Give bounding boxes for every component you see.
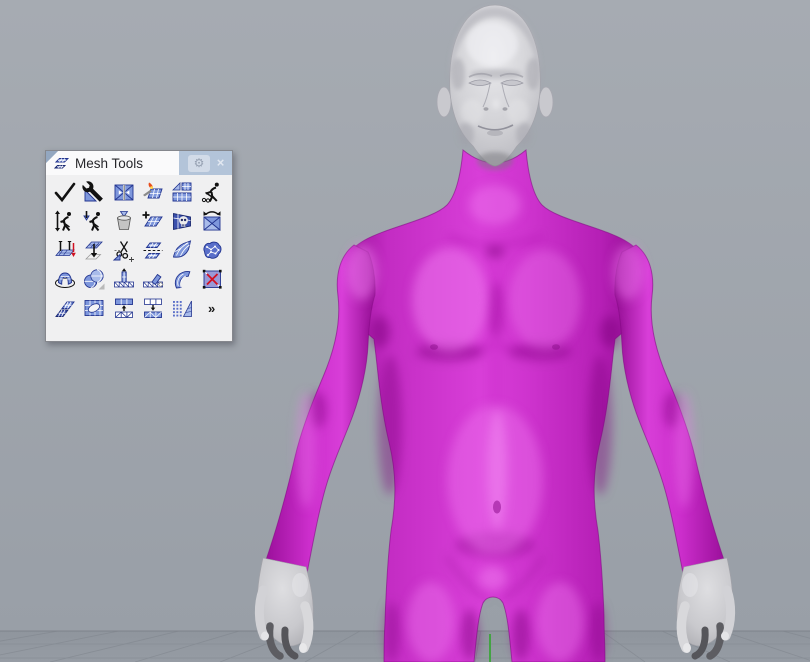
torch-flame-icon (143, 182, 163, 199)
mesh-tools-grid: » (46, 175, 232, 321)
mesh-tools-panel: Mesh Tools ⚙ × » (45, 150, 233, 342)
tool-mesh-dome[interactable] (51, 266, 79, 292)
tool-empty-bucket[interactable] (110, 208, 138, 234)
app-window: Mesh Tools ⚙ × » (0, 0, 810, 662)
tool-apply-mesh-worker[interactable] (80, 208, 108, 234)
panel-settings-button[interactable]: ⚙ (188, 154, 210, 172)
worker-figure-icon (201, 182, 219, 203)
tool-mesh-repair[interactable] (80, 179, 108, 205)
ribbon-mesh-icon (175, 271, 191, 289)
curved-mesh-icon (173, 240, 192, 258)
collapse-down-icon (144, 298, 162, 319)
mesh-dome-icon (55, 272, 75, 288)
bucket-icon (116, 211, 131, 230)
match-mesh-icon (114, 184, 134, 201)
tool-swap-edges[interactable] (198, 208, 226, 234)
flap-angled-icon (143, 273, 164, 288)
tool-collapse-up[interactable] (110, 295, 138, 321)
tool-adjust-mesh-worker[interactable] (51, 208, 79, 234)
worker-down-arrow-icon (83, 211, 101, 232)
tool-match-mesh-edges[interactable] (110, 179, 138, 205)
check-mark-icon (54, 182, 76, 203)
mesh-tools-tab[interactable]: Mesh Tools (46, 151, 179, 175)
wrench-icon (82, 181, 104, 202)
panel-title: Mesh Tools (75, 155, 144, 171)
tool-frame-points[interactable] (198, 266, 226, 292)
tool-cull-faces[interactable] (168, 208, 196, 234)
tool-extract-faces-up[interactable] (110, 266, 138, 292)
collapse-up-icon (114, 298, 133, 319)
mesh-axes-icon (55, 241, 76, 257)
tool-rebuild-mesh[interactable] (198, 179, 226, 205)
add-face-icon (142, 211, 163, 227)
skull-icon (173, 212, 192, 231)
tool-split-plane[interactable] (139, 237, 167, 263)
points-mesh-icon (173, 300, 193, 317)
crumpled-mesh-icon (203, 241, 222, 259)
tool-crumpled-patch[interactable] (198, 237, 226, 263)
scissors-icon (112, 241, 134, 262)
gear-icon: ⚙ (193, 155, 205, 170)
tool-curve-patch[interactable] (168, 237, 196, 263)
close-icon: × (216, 154, 225, 170)
tool-fill-holes[interactable] (168, 179, 196, 205)
mesh-ellipse-hole-icon (84, 300, 104, 316)
tool-weld-mesh[interactable] (139, 179, 167, 205)
panel-tab-bar[interactable]: Mesh Tools ⚙ × (46, 151, 232, 175)
tool-mesh-spheres[interactable] (80, 266, 108, 292)
tool-points-to-mesh[interactable] (168, 295, 196, 321)
mesh-with-hole-icon (172, 182, 192, 202)
tool-curved-ribbon[interactable] (168, 266, 196, 292)
worker-arrows-icon (55, 210, 71, 232)
tool-trim-mesh[interactable] (110, 237, 138, 263)
drape-down-icon (85, 241, 104, 260)
flap-up-icon (113, 268, 134, 288)
frame-red-x-icon (202, 269, 222, 289)
panel-controls: ⚙ × (188, 151, 232, 175)
tool-offset-planes[interactable] (51, 295, 79, 321)
tab-fold-corner (46, 151, 58, 163)
tool-drape-mesh[interactable] (80, 237, 108, 263)
tool-check-mesh[interactable] (51, 179, 79, 205)
swap-edge-icon (203, 211, 221, 231)
tool-extract-faces-angled[interactable] (139, 266, 167, 292)
split-planes-icon (143, 242, 163, 259)
more-tools-button[interactable]: » (198, 295, 226, 321)
tool-mesh-hole[interactable] (80, 295, 108, 321)
offset-planes-icon (55, 301, 75, 317)
tool-align-vertices[interactable] (51, 237, 79, 263)
tool-add-mesh-face[interactable] (139, 208, 167, 234)
panel-close-button[interactable]: × (213, 155, 228, 172)
spheres-icon (84, 269, 105, 290)
tool-collapse-down[interactable] (139, 295, 167, 321)
